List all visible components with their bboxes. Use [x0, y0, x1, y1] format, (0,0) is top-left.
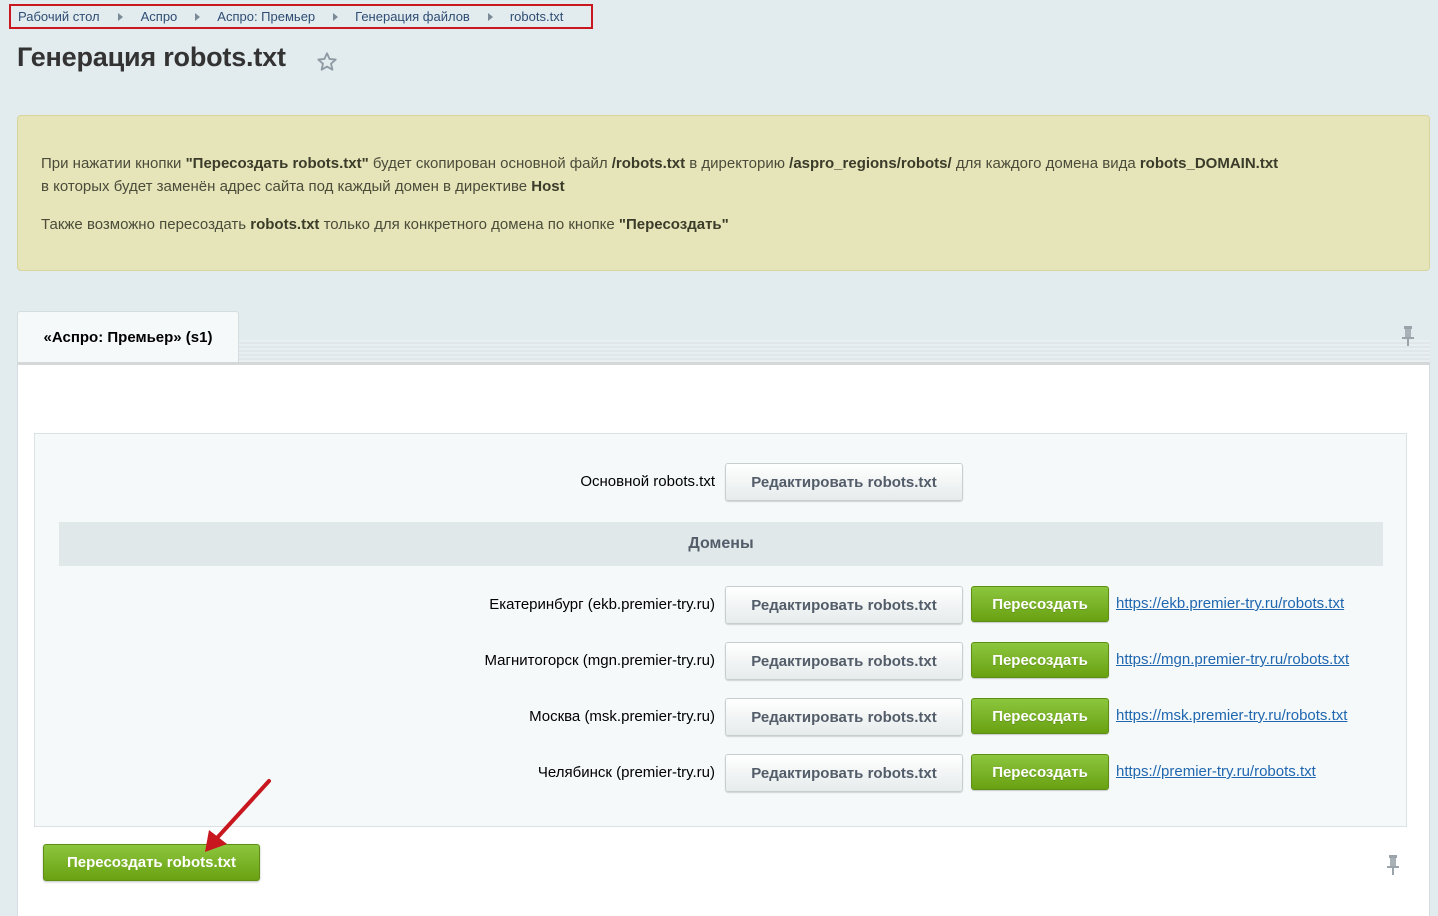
tab-bar-background [239, 340, 1430, 362]
recreate-button[interactable]: Пересоздать [971, 698, 1109, 734]
note-segment: Host [531, 178, 565, 195]
main-robots-label: Основной robots.txt [580, 473, 715, 490]
note-segment: только для конкретного домена по кнопке [319, 216, 619, 233]
breadcrumb-separator-icon [333, 12, 339, 21]
edit-robots-button[interactable]: Редактировать robots.txt [725, 754, 963, 792]
note-segment: /robots.txt [611, 155, 686, 172]
domain-row-mgn: Магнитогорск (mgn.premier-try.ru) Редакт… [35, 642, 1406, 680]
recreate-button[interactable]: Пересоздать [971, 754, 1109, 790]
breadcrumb-separator-icon [117, 12, 123, 21]
breadcrumb-item-file-generation[interactable]: Генерация файлов [355, 9, 470, 24]
domain-row-ekb: Екатеринбург (ekb.premier-try.ru) Редакт… [35, 586, 1406, 624]
domain-label: Челябинск (premier-try.ru) [537, 764, 715, 781]
breadcrumb-item-desktop[interactable]: Рабочий стол [18, 9, 100, 24]
breadcrumb-separator-icon [487, 12, 493, 21]
breadcrumb-item-aspro[interactable]: Аспро [141, 9, 178, 24]
note-segment: При нажатии кнопки [41, 155, 186, 172]
page-title: Генерация robots.txt [17, 42, 286, 72]
edit-robots-button[interactable]: Редактировать robots.txt [725, 642, 963, 680]
main-robots-row: Основной robots.txt Редактировать robots… [35, 463, 1406, 501]
recreate-button[interactable]: Пересоздать [971, 642, 1109, 678]
note-segment: "Пересоздать" [618, 216, 729, 233]
note-segment: /aspro_regions/robots/ [789, 155, 952, 172]
note-line-2: в которых будет заменён адрес сайта под … [41, 175, 1429, 198]
note-segment: будет скопирован основной файл [368, 155, 612, 172]
info-note: При нажатии кнопки "Пересоздать robots.t… [17, 115, 1430, 271]
domains-header: Домены [59, 522, 1383, 566]
edit-main-robots-button[interactable]: Редактировать robots.txt [725, 463, 963, 501]
note-segment: Также возможно пересоздать [41, 216, 251, 233]
robots-link[interactable]: https://ekb.premier-try.ru/robots.txt [1116, 586, 1344, 622]
note-line-3: Также возможно пересоздать robots.txt то… [41, 213, 1429, 236]
note-segment: в которых будет заменён адрес сайта под … [41, 178, 532, 195]
recreate-button[interactable]: Пересоздать [971, 586, 1109, 622]
robots-settings-box: Основной robots.txt Редактировать robots… [34, 433, 1407, 827]
domain-label: Екатеринбург (ekb.premier-try.ru) [489, 596, 715, 613]
tab-aspro-premier-s1[interactable]: «Аспро: Премьер» (s1) [17, 311, 239, 362]
note-segment: для каждого домена вида [951, 155, 1140, 172]
note-segment: robots.txt [250, 216, 320, 233]
note-segment: в директорию [685, 155, 790, 172]
domain-label: Москва (msk.premier-try.ru) [529, 708, 715, 725]
breadcrumb: Рабочий стол Аспро Аспро: Премьер Генера… [9, 4, 593, 29]
robots-link[interactable]: https://premier-try.ru/robots.txt [1116, 754, 1316, 790]
robots-link[interactable]: https://msk.premier-try.ru/robots.txt [1116, 698, 1347, 734]
breadcrumb-separator-icon [195, 12, 201, 21]
edit-robots-button[interactable]: Редактировать robots.txt [725, 698, 963, 736]
note-segment: robots_DOMAIN.txt [1139, 155, 1279, 172]
domain-row-msk: Москва (msk.premier-try.ru) Редактироват… [35, 698, 1406, 736]
note-line-1: При нажатии кнопки "Пересоздать robots.t… [41, 152, 1429, 175]
star-icon[interactable] [316, 51, 338, 73]
note-segment: "Пересоздать robots.txt" [185, 155, 369, 172]
pin-icon[interactable] [1385, 854, 1401, 876]
robots-link[interactable]: https://mgn.premier-try.ru/robots.txt [1116, 642, 1349, 678]
breadcrumb-item-robots[interactable]: robots.txt [510, 9, 563, 24]
breadcrumb-item-aspro-premier[interactable]: Аспро: Премьер [217, 9, 315, 24]
pin-icon[interactable] [1400, 325, 1416, 347]
edit-robots-button[interactable]: Редактировать robots.txt [725, 586, 963, 624]
domain-label: Магнитогорск (mgn.premier-try.ru) [484, 652, 715, 669]
annotation-arrow-icon [205, 779, 271, 852]
